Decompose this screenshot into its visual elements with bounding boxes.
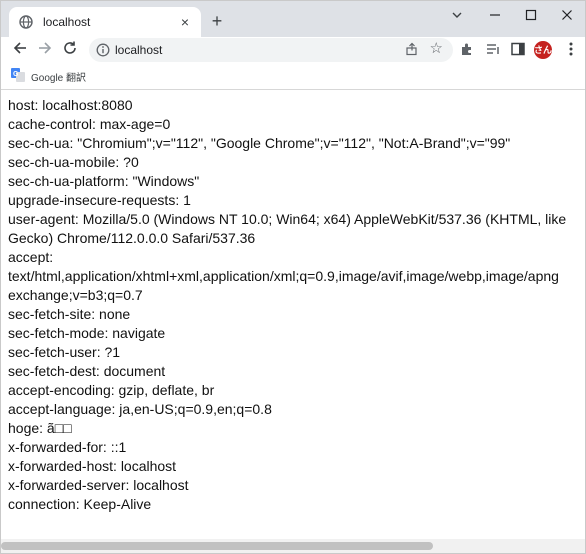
header-line: accept-language: ja,en-US;q=0.9,en;q=0.8: [8, 401, 272, 417]
reload-icon: [64, 41, 76, 54]
header-line: cache-control: max-age=0: [8, 116, 171, 132]
minimize-icon: [490, 14, 500, 16]
minimize-button[interactable]: [477, 1, 513, 29]
horizontal-scrollbar[interactable]: [1, 539, 585, 553]
header-line: upgrade-insecure-requests: 1: [8, 192, 191, 208]
header-line: sec-fetch-user: ?1: [8, 344, 121, 360]
info-icon[interactable]: [96, 43, 110, 62]
header-line: host: localhost:8080: [8, 97, 133, 113]
forward-button[interactable]: [35, 40, 55, 60]
url-text[interactable]: localhost: [115, 43, 162, 57]
address-bar[interactable]: localhost ☆: [89, 38, 453, 62]
profile-avatar[interactable]: さん: [534, 41, 552, 59]
page-content: host: localhost:8080 cache-control: max-…: [1, 90, 585, 540]
header-line: exchange;v=b3;q=0.7: [8, 287, 143, 303]
globe-icon: [19, 15, 33, 29]
google-translate-icon: G: [11, 68, 25, 82]
bookmark-star-icon[interactable]: ☆: [430, 41, 443, 57]
header-line: text/html,application/xhtml+xml,applicat…: [8, 268, 559, 284]
reload-button[interactable]: [60, 40, 80, 60]
header-line: hoge: ã□□: [8, 420, 72, 436]
maximize-icon: [525, 9, 537, 21]
close-window-button[interactable]: [549, 1, 585, 29]
scrollbar-thumb[interactable]: [1, 542, 433, 550]
forward-arrow-icon: [39, 42, 52, 54]
back-arrow-icon: [13, 42, 26, 54]
header-line: user-agent: Mozilla/5.0 (Windows NT 10.0…: [8, 211, 567, 227]
tab-close-icon[interactable]: ×: [177, 14, 193, 30]
share-icon[interactable]: [405, 42, 419, 61]
header-line: sec-ch-ua-mobile: ?0: [8, 154, 139, 170]
extensions-icon[interactable]: [458, 41, 476, 59]
browser-window: localhost × + localhost ☆ さん G Google 翻訳…: [0, 0, 586, 554]
tab-localhost[interactable]: localhost ×: [9, 7, 201, 37]
header-line: sec-ch-ua-platform: "Windows": [8, 173, 200, 189]
header-line: x-forwarded-for: ::1: [8, 439, 127, 455]
maximize-button[interactable]: [513, 1, 549, 29]
svg-text:G: G: [13, 71, 19, 78]
tab-search-button[interactable]: [439, 1, 475, 29]
header-line: sec-fetch-dest: document: [8, 363, 166, 379]
header-line: connection: Keep-Alive: [8, 496, 152, 512]
bookmarks-bar: G Google 翻訳: [1, 63, 585, 90]
bookmark-label: Google 翻訳: [31, 73, 87, 84]
header-line: sec-ch-ua: "Chromium";v="112", "Google C…: [8, 135, 511, 151]
chevron-down-icon: [452, 12, 462, 18]
header-line: accept-encoding: gzip, deflate, br: [8, 382, 215, 398]
close-icon: [562, 10, 572, 20]
new-tab-button[interactable]: +: [207, 11, 227, 31]
toolbar: localhost ☆ さん: [1, 37, 585, 63]
header-line: accept:: [8, 249, 54, 265]
header-line: Gecko) Chrome/112.0.0.0 Safari/537.36: [8, 230, 256, 246]
header-line: sec-fetch-mode: navigate: [8, 325, 166, 341]
tab-strip: localhost × +: [1, 1, 585, 37]
header-line: x-forwarded-host: localhost: [8, 458, 177, 474]
tab-title: localhost: [43, 15, 91, 29]
header-line: sec-fetch-site: none: [8, 306, 131, 322]
reading-list-icon[interactable]: [484, 41, 502, 59]
back-button[interactable]: [10, 40, 30, 60]
header-line: x-forwarded-server: localhost: [8, 477, 189, 493]
side-panel-icon[interactable]: [509, 41, 527, 59]
menu-kebab-icon[interactable]: [562, 41, 580, 59]
